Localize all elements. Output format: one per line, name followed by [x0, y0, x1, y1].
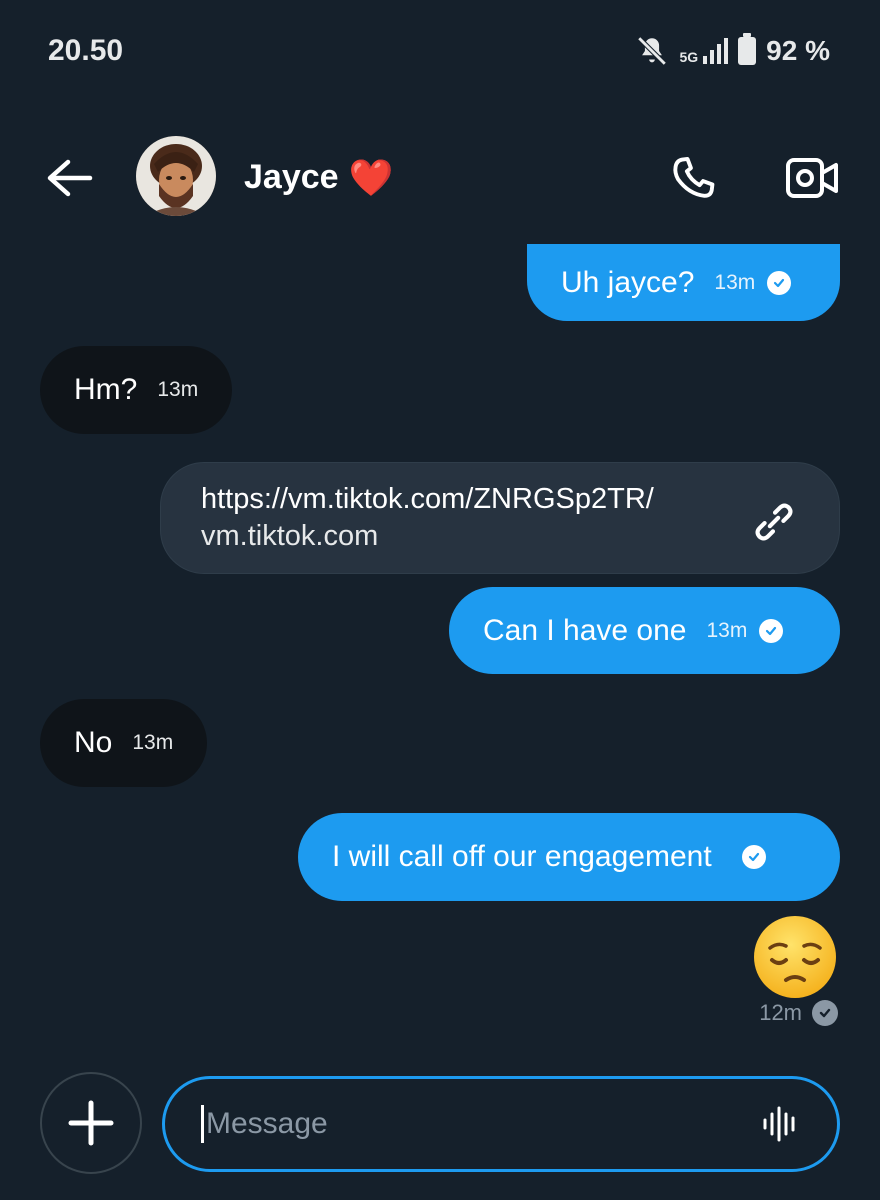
message-text: Hm? — [74, 373, 138, 406]
avatar[interactable] — [136, 136, 216, 216]
message-bubble[interactable]: No 13m — [40, 699, 208, 787]
message-text: No — [74, 726, 113, 759]
call-button[interactable] — [668, 152, 720, 204]
message-composer — [162, 1076, 840, 1172]
chat-header: Jayce ❤️ — [0, 130, 880, 230]
message-text: Can I have one — [483, 613, 687, 647]
emoji-meta: 12m — [759, 1000, 838, 1026]
read-check-icon — [767, 270, 792, 295]
message-time: 12m — [759, 1000, 802, 1025]
message-bubble[interactable]: Uh jayce? 13m — [527, 244, 840, 321]
pensive-face-emoji[interactable] — [752, 914, 838, 1000]
network-type: 5G — [679, 49, 699, 65]
read-check-icon — [812, 1000, 838, 1026]
heart-emoji: ❤️ — [348, 156, 394, 198]
message-input[interactable] — [201, 1105, 761, 1143]
video-call-button[interactable] — [784, 154, 840, 202]
message-text: I will call off our engagement — [332, 840, 712, 873]
status-icons: 5G 92 % — [635, 33, 830, 68]
message-time: 13m — [157, 378, 199, 401]
message-bubble[interactable]: Hm? 13m — [40, 346, 233, 434]
phone-icon — [673, 156, 715, 198]
message-time: 13m — [706, 618, 748, 642]
status-bar: 20.50 5G 92 % — [0, 0, 880, 100]
link-icon — [755, 503, 793, 541]
message-time: 13m — [714, 270, 756, 294]
video-camera-icon — [786, 158, 838, 198]
link-preview-card[interactable]: https://vm.tiktok.com/ZNRGSp2TR/ vm.tikt… — [160, 462, 840, 574]
muted-bell-icon — [637, 36, 667, 66]
contact-name-row[interactable]: Jayce ❤️ — [244, 158, 393, 197]
signal-5g-icon: 5G — [679, 38, 729, 65]
plus-icon — [68, 1100, 114, 1146]
read-check-icon — [759, 618, 784, 643]
avatar-image — [136, 136, 216, 216]
contact-name: Jayce — [244, 158, 339, 196]
back-button[interactable] — [44, 156, 96, 200]
link-domain: vm.tiktok.com — [201, 520, 379, 552]
message-bubble[interactable]: Can I have one 13m — [449, 587, 840, 674]
message-text: Uh jayce? — [561, 265, 695, 299]
battery-percent: 92 % — [766, 35, 830, 66]
battery-icon — [738, 33, 757, 65]
add-attachment-button[interactable] — [40, 1072, 142, 1174]
back-arrow-icon — [47, 159, 93, 197]
message-bubble[interactable]: I will call off our engagement — [298, 813, 840, 901]
message-time: 13m — [132, 731, 174, 754]
link-url: https://vm.tiktok.com/ZNRGSp2TR/ — [201, 483, 654, 515]
voice-waveform-icon[interactable] — [761, 1104, 801, 1144]
read-check-icon — [741, 845, 766, 869]
status-time: 20.50 — [48, 34, 124, 67]
